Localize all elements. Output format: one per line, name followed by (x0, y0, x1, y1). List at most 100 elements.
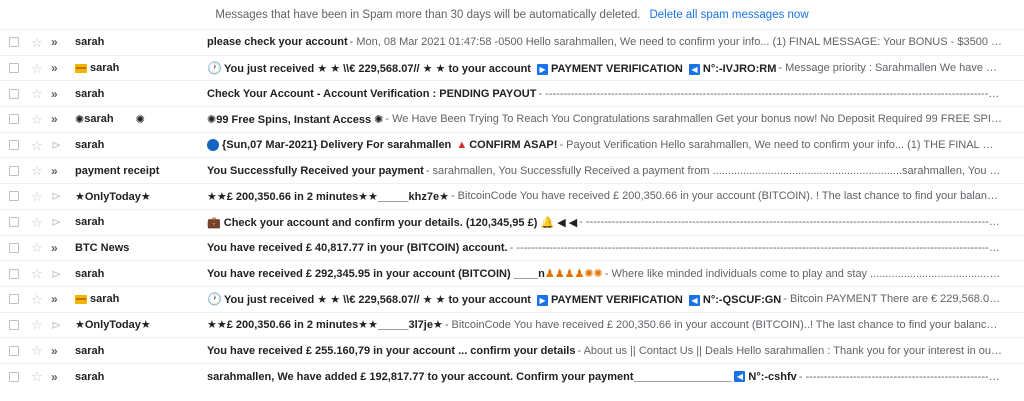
star-icon[interactable]: ☆ (31, 139, 45, 152)
select-checkbox[interactable] (9, 165, 19, 176)
message-row[interactable]: ☆ » sarah Check Your Account - Account V… (0, 81, 1024, 108)
subject-part-1: You just received ★ ★ \\€ 229,568.07// ★… (223, 63, 531, 76)
message-row[interactable]: ☆ ⊳ sarah 💼 Check your account and confi… (0, 209, 1024, 236)
message-row[interactable]: ☆ ⊳ ★OnlyToday★ ★★£ 200,350.66 in 2 minu… (0, 312, 1024, 339)
select-checkbox[interactable] (9, 217, 19, 228)
important-marker-icon[interactable]: ⊳ (51, 190, 65, 202)
important-marker-icon[interactable]: » (51, 88, 65, 100)
select-checkbox[interactable] (9, 319, 19, 330)
message-row[interactable]: ☆ » ✺ sarah ✺ ✺99 Free Spins, Instant Acce… (0, 107, 1024, 133)
sparkle-icon: ✺ (207, 113, 217, 126)
message-snippet: - About us || Contact Us || Deals Hello … (577, 344, 1002, 357)
message-subject: sarahmallen, We have added £ 192,817.77 … (207, 371, 797, 383)
sender-name: ★OnlyToday★ (75, 190, 151, 203)
message-subject: 🕐 You just received ★ ★ \\€ 229,568.07// … (207, 61, 776, 75)
important-marker-icon[interactable]: » (51, 371, 65, 383)
message-row[interactable]: ☆ ⊳ sarah {Sun,07 Mar-2021} Delivery For… (0, 132, 1024, 159)
sender-name: sarah (75, 62, 207, 74)
important-marker-icon[interactable]: » (51, 62, 65, 74)
message-row[interactable]: ☆ » sarah 🕐 You just received ★ ★ \\€ 229… (0, 55, 1024, 82)
sender-label: sarah (90, 293, 120, 306)
message-content: {Sun,07 Mar-2021} Delivery For sarahmall… (207, 139, 1024, 152)
globe-icon (207, 139, 219, 152)
message-subject: please check your account (207, 36, 348, 49)
star-icon[interactable]: ☆ (31, 318, 45, 331)
star-icon[interactable]: ☆ (31, 344, 45, 357)
star-icon[interactable]: ☆ (31, 113, 45, 126)
message-row[interactable]: ☆ » sarah You have received £ 255.160,79… (0, 338, 1024, 364)
important-marker-icon[interactable]: » (51, 345, 65, 357)
sender-name: sarah (75, 344, 105, 357)
star-icon[interactable]: ☆ (31, 293, 45, 306)
star-icon[interactable]: ☆ (31, 241, 45, 254)
message-subject: Check Your Account - Account Verificatio… (207, 87, 537, 100)
message-snippet: - --------------------------------------… (798, 370, 1002, 383)
star-icon[interactable]: ☆ (31, 87, 45, 100)
message-row[interactable]: ☆ ⊳ ★OnlyToday★ ★★£ 200,350.66 in 2 minu… (0, 184, 1024, 210)
message-row[interactable]: ☆ » sarah 🕐 You just received ★ ★ \\€ 229… (0, 286, 1024, 313)
message-subject: ✺99 Free Spins, Instant Access ✺ (207, 113, 383, 126)
message-content: You Successfully Received your payment -… (207, 165, 1024, 177)
sender-name: sarah (75, 139, 105, 152)
message-content: Check Your Account - Account Verificatio… (207, 88, 1024, 100)
select-checkbox[interactable] (9, 88, 19, 99)
subject-part-1: sarahmallen, We have added £ 192,817.77 … (207, 370, 732, 383)
star-icon[interactable]: ☆ (31, 62, 45, 75)
sender-name: ✺ sarah ✺ (75, 113, 207, 126)
important-marker-icon[interactable]: » (51, 242, 65, 254)
message-subject: ★★£ 200,350.66 in 2 minutes★★_____3l7je★ (207, 319, 443, 332)
select-checkbox[interactable] (9, 345, 19, 356)
select-checkbox[interactable] (9, 268, 19, 279)
star-icon[interactable]: ☆ (31, 190, 45, 203)
warning-icon: ▲ (456, 139, 468, 152)
delete-all-spam-link[interactable]: Delete all spam messages now (649, 9, 808, 21)
message-subject: You have received £ 255.160,79 in your a… (207, 344, 576, 357)
message-row[interactable]: ☆ ⊳ sarah You have received £ 292,345.95… (0, 261, 1024, 287)
select-checkbox[interactable] (9, 37, 19, 48)
star-icon[interactable]: ☆ (31, 36, 45, 49)
star-icon[interactable]: ☆ (31, 216, 45, 229)
important-marker-icon[interactable]: » (51, 113, 65, 125)
message-snippet: - Mon, 08 Mar 2021 01:47:58 -0500 Hello … (349, 36, 1002, 49)
message-snippet: - Message priority : Sarahmallen We have… (778, 62, 1002, 75)
select-checkbox[interactable] (9, 242, 19, 253)
important-marker-icon[interactable]: ⊳ (51, 216, 65, 228)
message-snippet: - Payout Verification Hello sarahmallen,… (559, 139, 1002, 152)
sparkle-icon: ✺ (374, 113, 384, 126)
select-checkbox[interactable] (9, 371, 19, 382)
important-marker-icon[interactable]: » (51, 165, 65, 177)
message-row[interactable]: ☆ » payment receipt You Successfully Rec… (0, 158, 1024, 185)
message-content: 💼 Check your account and confirm your de… (207, 216, 1024, 229)
play-tag-icon: ▶ (537, 63, 549, 75)
message-content: ★★£ 200,350.66 in 2 minutes★★_____khz7e★… (207, 190, 1024, 203)
back-tag-icon: ◀ (734, 371, 746, 383)
star-icon[interactable]: ☆ (31, 370, 45, 383)
select-checkbox[interactable] (9, 63, 19, 74)
sender-label: sarah (90, 62, 120, 75)
message-row[interactable]: ☆ » BTC News You have received £ 40,817.… (0, 235, 1024, 262)
important-marker-icon[interactable]: ⊳ (51, 139, 65, 151)
important-marker-icon[interactable]: » (51, 36, 65, 48)
message-content: please check your account - Mon, 08 Mar … (207, 36, 1024, 48)
message-content: ★★£ 200,350.66 in 2 minutes★★_____3l7je★… (207, 318, 1024, 332)
select-checkbox[interactable] (9, 191, 19, 202)
select-checkbox[interactable] (9, 140, 19, 151)
message-snippet: - --------------------------------------… (509, 241, 1002, 254)
sender-name: sarah (75, 216, 105, 229)
star-icon[interactable]: ☆ (31, 164, 45, 177)
select-checkbox[interactable] (9, 114, 19, 125)
message-list: ☆ » sarah please check your account - Mo… (0, 30, 1024, 390)
message-row[interactable]: ☆ » sarah sarahmallen, We have added £ 1… (0, 363, 1024, 390)
subject-text: You have received £ 292,345.95 in your a… (207, 268, 545, 281)
subject-part-3: N°:-IVJRO:RM (702, 63, 777, 76)
figure-icons: ♟♟♟♟✺✺ (544, 268, 603, 281)
sparkle-icon: ✺ (75, 113, 85, 126)
message-row[interactable]: ☆ » sarah please check your account - Mo… (0, 30, 1024, 56)
star-icon[interactable]: ☆ (31, 267, 45, 280)
important-marker-icon[interactable]: ⊳ (51, 319, 65, 331)
important-marker-icon[interactable]: » (51, 293, 65, 305)
important-marker-icon[interactable]: ⊳ (51, 268, 65, 280)
subject-part-1: You just received ★ ★ \\€ 229,568.07// ★… (223, 294, 531, 307)
card-icon (75, 63, 87, 73)
select-checkbox[interactable] (9, 294, 19, 305)
